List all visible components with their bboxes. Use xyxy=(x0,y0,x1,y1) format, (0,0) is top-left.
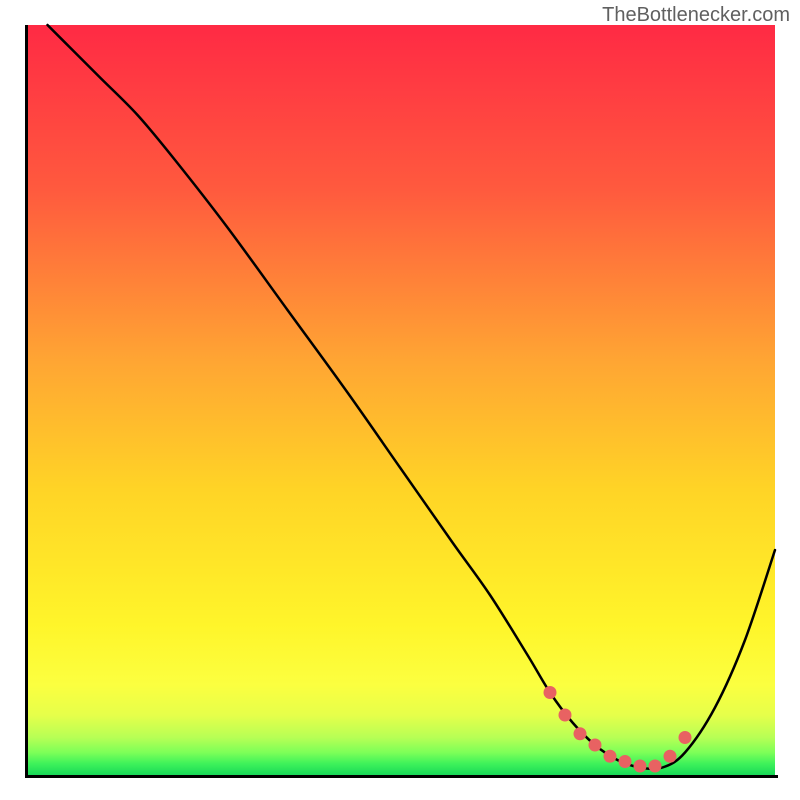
attribution-watermark: TheBottlenecker.com xyxy=(602,4,790,27)
y-axis xyxy=(25,25,28,778)
chart-container: TheBottlenecker.com xyxy=(0,0,800,800)
x-axis xyxy=(25,775,778,778)
curve-layer xyxy=(25,25,775,775)
bottleneck-curve xyxy=(48,25,776,769)
